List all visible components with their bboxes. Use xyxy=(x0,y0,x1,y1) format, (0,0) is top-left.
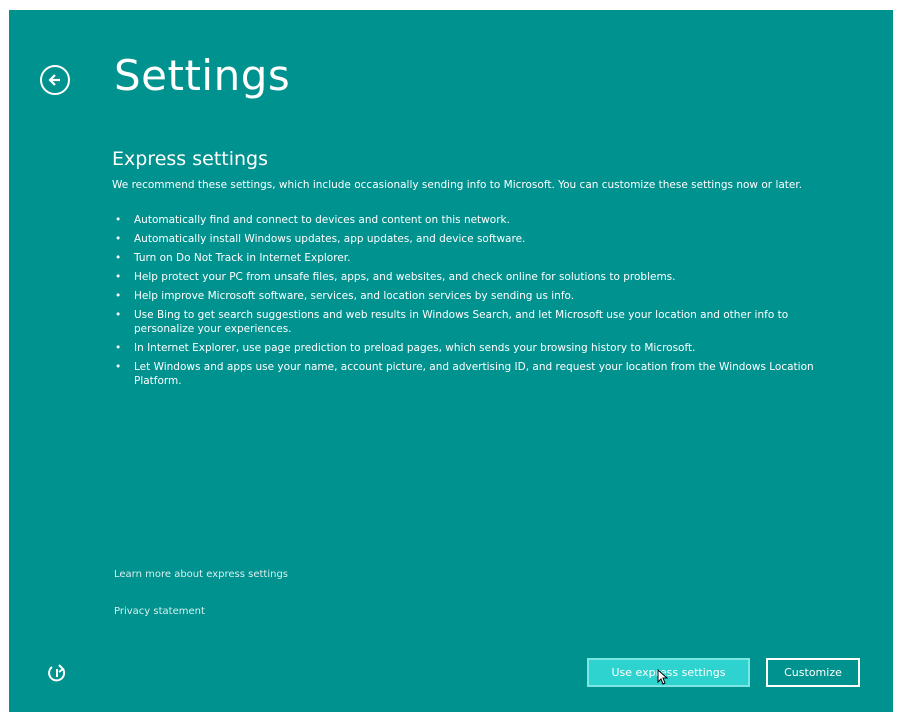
list-item: • In Internet Explorer, use page predicti… xyxy=(115,342,696,354)
bullet-icon: • xyxy=(115,252,122,264)
customize-button[interactable]: Customize xyxy=(766,658,860,687)
bullet-icon: • xyxy=(115,214,122,226)
ease-of-access-icon[interactable] xyxy=(46,661,68,683)
settings-list: • Automatically find and connect to devic… xyxy=(112,213,842,388)
list-item: • Help protect your PC from unsafe files,… xyxy=(115,271,676,283)
bullet-icon: • xyxy=(115,290,122,302)
list-item: • Automatically find and connect to devic… xyxy=(115,214,510,226)
bullet-icon: • xyxy=(115,361,122,373)
page-title: Settings xyxy=(114,51,291,100)
privacy-statement-link[interactable]: Privacy statement xyxy=(114,605,288,619)
learn-more-link[interactable]: Learn more about express settings xyxy=(114,568,288,582)
intro-text: We recommend these settings, which inclu… xyxy=(112,179,803,191)
arrow-left-icon xyxy=(48,74,60,86)
list-item: • Help improve Microsoft software, servic… xyxy=(115,290,575,302)
list-item: • Use Bing to get search suggestions and … xyxy=(115,309,789,335)
bullet-icon: • xyxy=(115,271,122,283)
links-section: Learn more about express settings Privac… xyxy=(114,568,288,642)
express-settings-section: Express settings We recommend these sett… xyxy=(112,146,842,393)
bullet-icon: • xyxy=(115,342,122,354)
back-button[interactable] xyxy=(40,65,70,95)
bullet-icon: • xyxy=(115,233,122,245)
bullet-icon: • xyxy=(115,309,122,321)
list-item: • Turn on Do Not Track in Internet Explor… xyxy=(115,252,351,264)
mouse-cursor-icon xyxy=(657,669,669,685)
oobe-settings-screen: Settings Express settings We recommend t… xyxy=(9,10,893,712)
list-item: • Let Windows and apps use your name, acc… xyxy=(115,361,814,387)
list-item: • Automatically install Windows updates, … xyxy=(115,233,526,245)
section-title: Express settings xyxy=(112,148,268,170)
